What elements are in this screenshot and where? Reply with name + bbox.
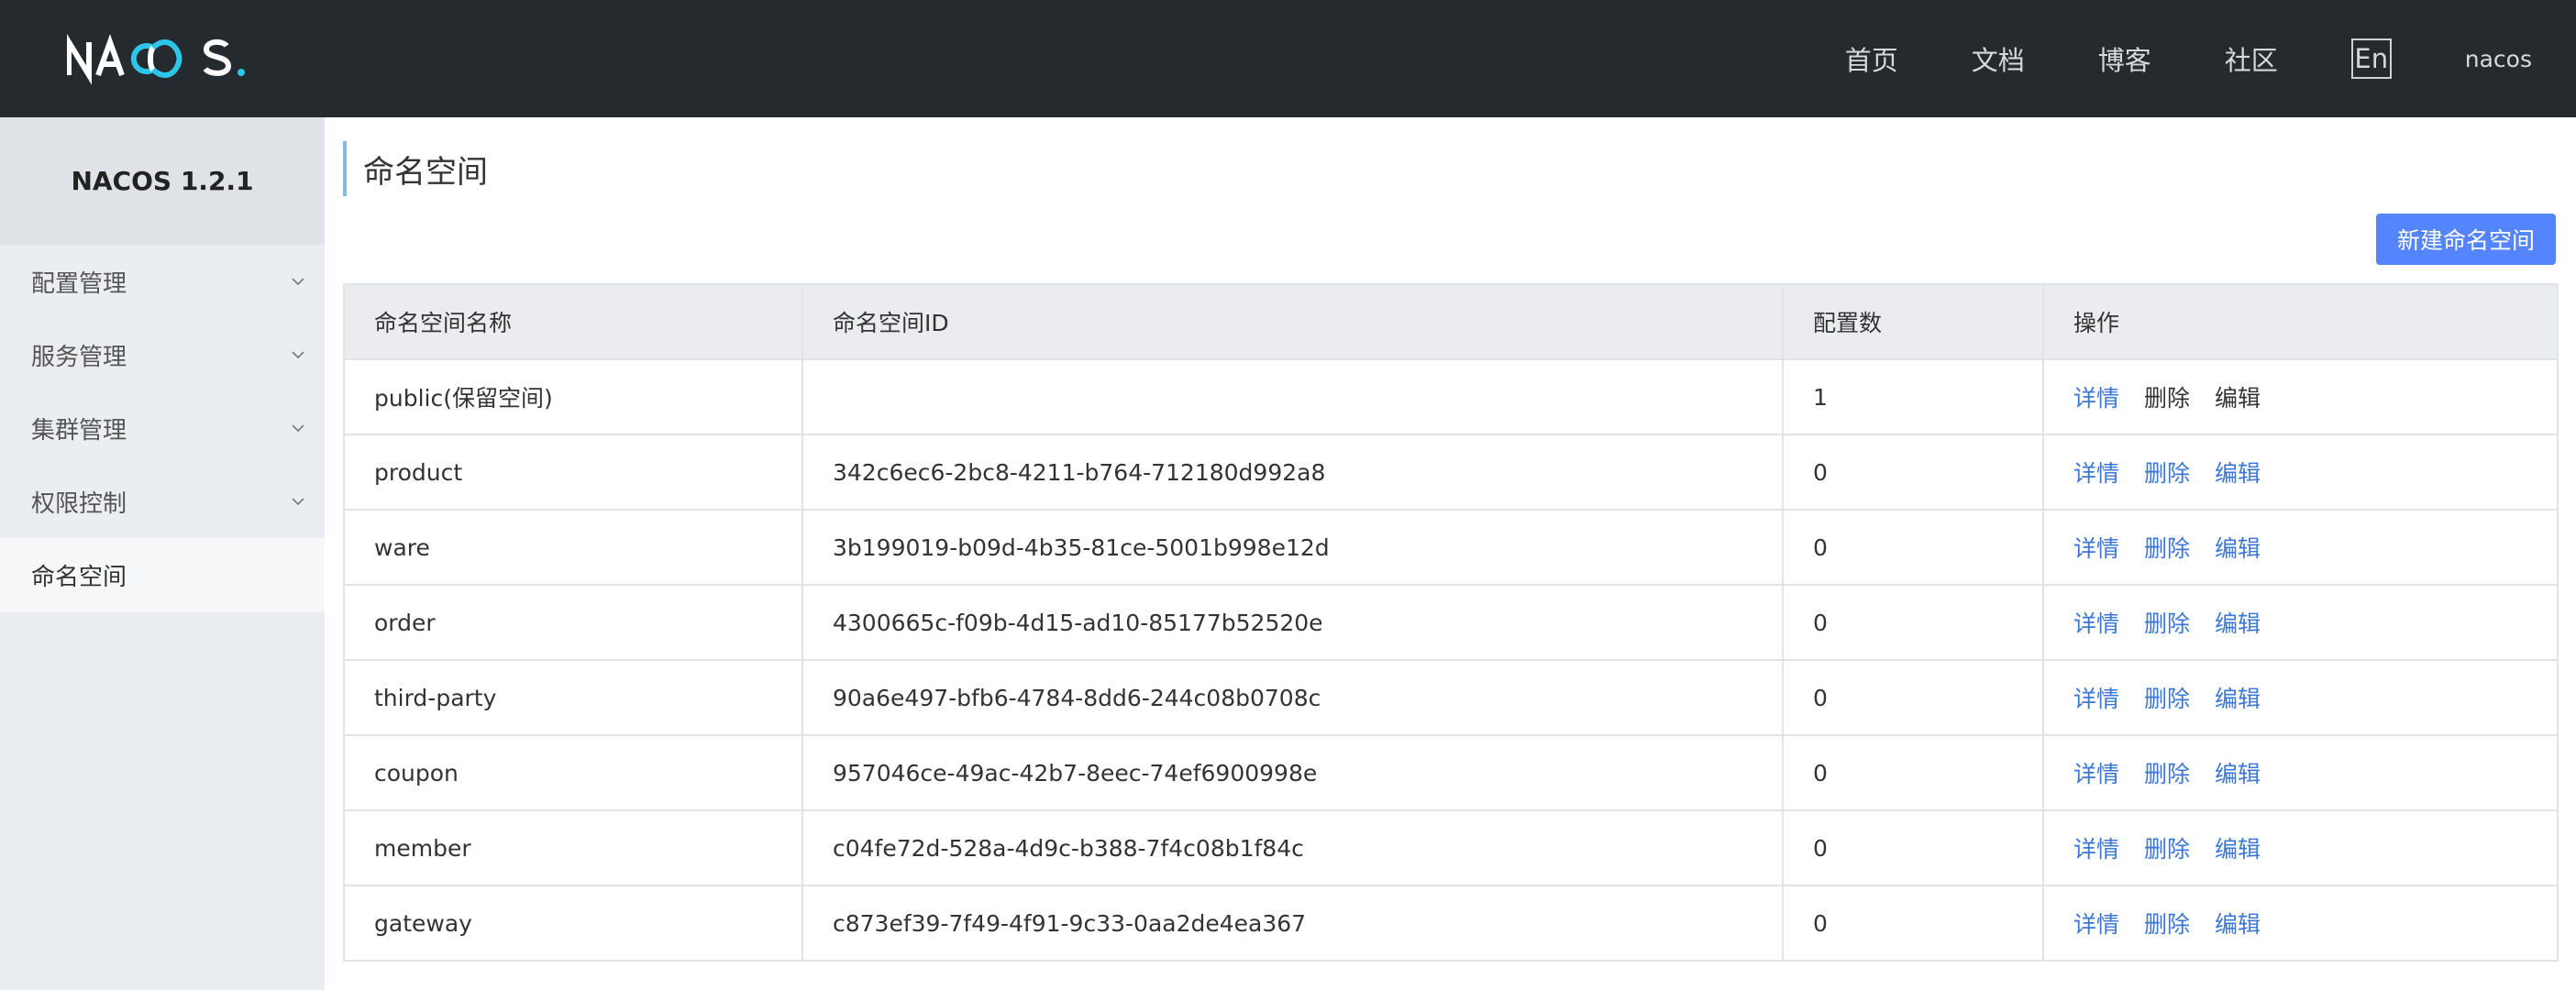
delete-link-disabled: 删除 [2143, 385, 2190, 412]
delete-link[interactable]: 删除 [2144, 535, 2190, 562]
table-row: member c04fe72d-528a-4d9c-b388-7f4c08b1f… [343, 809, 2559, 886]
language-toggle-button[interactable]: En [2350, 38, 2392, 79]
table-row: gateway c873ef39-7f49-4f91-9c33-0aa2de4e… [343, 885, 2559, 962]
create-namespace-button[interactable]: 新建命名空间 [2376, 214, 2556, 265]
sidebar-item-label: 集群管理 [31, 416, 127, 445]
delete-link[interactable]: 删除 [2144, 911, 2190, 938]
config-count-cell: 0 [1782, 434, 2044, 511]
namespace-name-cell: third-party [343, 659, 803, 736]
sidebar-item-label: 配置管理 [31, 270, 127, 298]
edit-link[interactable]: 编辑 [2215, 610, 2261, 637]
delete-link[interactable]: 删除 [2144, 610, 2190, 637]
sidebar-item-config-management[interactable]: 配置管理 [0, 245, 325, 318]
detail-link[interactable]: 详情 [2073, 836, 2119, 863]
config-count-cell: 0 [1782, 659, 2044, 736]
actions-cell: 详情 删除 编辑 [2042, 734, 2559, 811]
chevron-down-icon [292, 424, 304, 433]
namespace-name-cell: gateway [343, 885, 803, 962]
config-count-cell: 0 [1782, 734, 2044, 811]
config-count-cell: 0 [1782, 584, 2044, 661]
sidebar-item-label: 权限控制 [31, 490, 127, 518]
table-row: coupon 957046ce-49ac-42b7-8eec-74ef69009… [343, 734, 2559, 811]
namespace-name-cell: ware [343, 509, 803, 586]
delete-link[interactable]: 删除 [2144, 460, 2190, 487]
detail-link[interactable]: 详情 [2073, 535, 2119, 562]
namespace-id-cell: 957046ce-49ac-42b7-8eec-74ef6900998e [802, 734, 1784, 811]
config-count-cell: 1 [1782, 358, 2044, 435]
actions-cell: 详情 删除 编辑 [2042, 509, 2559, 586]
detail-link[interactable]: 详情 [2073, 385, 2119, 412]
chevron-down-icon [292, 278, 304, 286]
sidebar-item-label: 服务管理 [31, 343, 127, 371]
namespace-name-cell: member [343, 809, 803, 886]
chevron-down-icon [292, 498, 304, 506]
namespace-id-cell: 342c6ec6-2bc8-4211-b764-712180d992a8 [802, 434, 1784, 511]
nav-home[interactable]: 首页 [1845, 39, 1898, 78]
namespace-id-cell: c04fe72d-528a-4d9c-b388-7f4c08b1f84c [802, 809, 1784, 886]
table-row: order 4300665c-f09b-4d15-ad10-85177b5252… [343, 584, 2559, 661]
top-nav: 首页 文档 博客 社区 En nacos [1772, 0, 2532, 117]
column-header-id: 命名空间ID [802, 283, 1784, 360]
edit-link-disabled: 编辑 [2214, 385, 2261, 412]
namespace-table: 命名空间名称 命名空间ID 配置数 操作 public(保留空间) 1 详情 删… [343, 283, 2559, 962]
namespace-name-cell: public(保留空间) [343, 358, 803, 435]
edit-link[interactable]: 编辑 [2215, 836, 2261, 863]
table-header-row: 命名空间名称 命名空间ID 配置数 操作 [343, 283, 2559, 360]
column-header-actions: 操作 [2042, 283, 2559, 360]
namespace-id-cell: 4300665c-f09b-4d15-ad10-85177b52520e [802, 584, 1784, 661]
edit-link[interactable]: 编辑 [2215, 761, 2261, 787]
detail-link[interactable]: 详情 [2073, 761, 2119, 787]
actions-cell: 详情 删除 编辑 [2042, 358, 2559, 435]
detail-link[interactable]: 详情 [2073, 610, 2119, 637]
column-header-config-count: 配置数 [1782, 283, 2044, 360]
namespace-id-cell: 3b199019-b09d-4b35-81ce-5001b998e12d [802, 509, 1784, 586]
chevron-down-icon [292, 351, 304, 359]
edit-link[interactable]: 编辑 [2215, 460, 2261, 487]
namespace-name-cell: coupon [343, 734, 803, 811]
detail-link[interactable]: 详情 [2073, 911, 2119, 938]
config-count-cell: 0 [1782, 885, 2044, 962]
delete-link[interactable]: 删除 [2144, 686, 2190, 712]
actions-cell: 详情 删除 编辑 [2042, 584, 2559, 661]
detail-link[interactable]: 详情 [2073, 460, 2119, 487]
delete-link[interactable]: 删除 [2144, 836, 2190, 863]
config-count-cell: 0 [1782, 509, 2044, 586]
edit-link[interactable]: 编辑 [2215, 686, 2261, 712]
actions-cell: 详情 删除 编辑 [2042, 885, 2559, 962]
config-count-cell: 0 [1782, 809, 2044, 886]
table-row: product 342c6ec6-2bc8-4211-b764-712180d9… [343, 434, 2559, 511]
edit-link[interactable]: 编辑 [2215, 535, 2261, 562]
column-header-name: 命名空间名称 [343, 283, 803, 360]
actions-cell: 详情 删除 编辑 [2042, 809, 2559, 886]
sidebar-item-service-management[interactable]: 服务管理 [0, 318, 325, 391]
sidebar-item-access-control[interactable]: 权限控制 [0, 465, 325, 538]
actions-cell: 详情 删除 编辑 [2042, 659, 2559, 736]
detail-link[interactable]: 详情 [2073, 686, 2119, 712]
namespace-id-cell: c873ef39-7f49-4f91-9c33-0aa2de4ea367 [802, 885, 1784, 962]
table-row: ware 3b199019-b09d-4b35-81ce-5001b998e12… [343, 509, 2559, 586]
nacos-logo[interactable] [67, 26, 250, 92]
user-menu[interactable]: nacos [2465, 46, 2532, 72]
main-content: 命名空间 新建命名空间 命名空间名称 命名空间ID 配置数 操作 public(… [325, 117, 2576, 990]
nacos-logo-mark [67, 33, 245, 85]
table-row: third-party 90a6e497-bfb6-4784-8dd6-244c… [343, 659, 2559, 736]
sidebar-item-namespace[interactable]: 命名空间 [0, 538, 325, 611]
delete-link[interactable]: 删除 [2144, 761, 2190, 787]
namespace-id-cell [802, 358, 1784, 435]
edit-link[interactable]: 编辑 [2215, 911, 2261, 938]
table-row: public(保留空间) 1 详情 删除 编辑 [343, 358, 2559, 435]
nav-blog[interactable]: 博客 [2098, 39, 2151, 78]
namespace-name-cell: product [343, 434, 803, 511]
nav-docs[interactable]: 文档 [1972, 39, 2025, 78]
sidebar-item-label: 命名空间 [31, 563, 127, 591]
product-version: NACOS 1.2.1 [0, 117, 325, 245]
sidebar: NACOS 1.2.1 配置管理 服务管理 集群管理 权限控制 命名空间 [0, 117, 325, 990]
namespace-id-cell: 90a6e497-bfb6-4784-8dd6-244c08b0708c [802, 659, 1784, 736]
actions-cell: 详情 删除 编辑 [2042, 434, 2559, 511]
page-title: 命名空间 [343, 141, 488, 196]
nav-community[interactable]: 社区 [2225, 39, 2278, 78]
sidebar-item-cluster-management[interactable]: 集群管理 [0, 391, 325, 465]
namespace-name-cell: order [343, 584, 803, 661]
top-header: 首页 文档 博客 社区 En nacos [0, 0, 2576, 117]
